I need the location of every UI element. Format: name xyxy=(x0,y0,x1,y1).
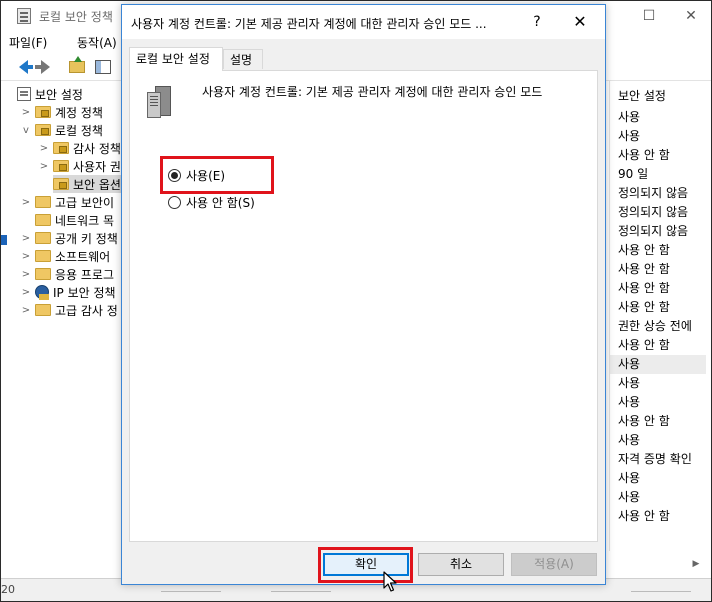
column-cell: 사용 안 함 xyxy=(618,509,670,523)
policy-properties-dialog: 사용자 계정 컨트롤: 기본 제공 관리자 계정에 대한 관리자 승인 모드 .… xyxy=(121,4,606,585)
status-text: 20 xyxy=(1,583,15,596)
folder-icon xyxy=(35,214,51,226)
tree-item-account-policies[interactable]: > 계정 정책 xyxy=(21,103,103,121)
show-hide-tree-icon[interactable] xyxy=(93,57,113,77)
chevron-right-icon[interactable]: > xyxy=(21,287,31,298)
close-icon[interactable]: ✕ xyxy=(679,5,703,27)
policy-icon xyxy=(17,87,31,101)
menu-action[interactable]: 동작(A) xyxy=(77,34,117,51)
dialog-titlebar: 사용자 계정 컨트롤: 기본 제공 관리자 계정에 대한 관리자 승인 모드 .… xyxy=(122,5,605,39)
folder-icon xyxy=(35,250,51,262)
forward-icon[interactable] xyxy=(34,57,55,77)
folder-lock-icon xyxy=(35,124,51,136)
policy-name: 사용자 계정 컨트롤: 기본 제공 관리자 계정에 대한 관리자 승인 모드 xyxy=(202,85,543,99)
column-cell: 90 일 xyxy=(618,167,649,181)
tree-item-advanced-firewall[interactable]: > 고급 보안이 xyxy=(21,193,114,211)
tree-item-audit-policy[interactable]: > 감사 정책 xyxy=(39,139,121,157)
column-cell: 사용 안 함 xyxy=(618,243,670,257)
column-cell: 사용 xyxy=(618,490,641,504)
tree-item-advanced-audit[interactable]: > 고급 감사 정 xyxy=(21,301,118,319)
tree-item-user-rights[interactable]: > 사용자 권 xyxy=(39,157,121,175)
up-folder-icon[interactable] xyxy=(67,56,87,77)
chevron-right-icon[interactable]: > xyxy=(39,161,49,172)
tree-item-network-list[interactable]: 네트워크 목 xyxy=(35,211,114,229)
folder-icon xyxy=(35,268,51,280)
folder-lock-icon xyxy=(35,106,51,118)
bg-window-title: 로컬 보안 정책 xyxy=(39,10,113,24)
tab-panel: 사용자 계정 컨트롤: 기본 제공 관리자 계정에 대한 관리자 승인 모드 사… xyxy=(129,70,598,542)
chevron-right-icon[interactable]: > xyxy=(21,251,31,262)
column-cell: 사용 xyxy=(618,110,641,124)
radio-enabled-label[interactable]: 사용(E) xyxy=(186,167,225,184)
radio-button[interactable] xyxy=(168,196,181,209)
folder-lock-icon xyxy=(53,178,69,190)
folder-lock-icon xyxy=(53,142,69,154)
chevron-down-icon[interactable]: v xyxy=(21,125,31,136)
tree-item-ip-security[interactable]: > IP 보안 정책 xyxy=(21,283,116,301)
tree-item-security-options[interactable]: 보안 옵션 xyxy=(53,175,125,193)
column-cell: 사용 xyxy=(618,471,641,485)
help-icon[interactable]: ? xyxy=(525,11,549,33)
back-icon[interactable] xyxy=(13,57,33,77)
console-tree: 보안 설정 > 계정 정책 v 로컬 정책 > 감사 정책 > 사용자 권 보안… xyxy=(1,81,125,581)
chevron-right-icon[interactable]: > xyxy=(21,197,31,208)
radio-disabled[interactable]: 사용 안 함(S) xyxy=(168,194,255,211)
apply-button[interactable]: 적용(A) xyxy=(511,553,597,576)
folder-icon xyxy=(35,304,51,316)
tab-explain[interactable]: 설명 xyxy=(223,49,263,69)
ip-security-icon xyxy=(35,285,49,300)
column-cell: 정의되지 않음 xyxy=(618,224,689,238)
tree-item-software[interactable]: > 소프트웨어 xyxy=(21,247,110,265)
server-policy-icon xyxy=(145,86,175,120)
status-divider xyxy=(271,591,331,592)
radio-button-checked[interactable] xyxy=(168,169,181,182)
column-cell: 사용 xyxy=(618,395,641,409)
mouse-cursor-icon xyxy=(383,571,397,592)
status-divider xyxy=(161,591,221,592)
cancel-button[interactable]: 취소 xyxy=(418,553,504,576)
column-cell: 사용 안 함 xyxy=(618,281,670,295)
column-header-security-setting[interactable]: 보안 설정 xyxy=(618,87,666,104)
column-cell: 사용 xyxy=(618,129,641,143)
menu-file[interactable]: 파일(F) xyxy=(9,34,47,51)
tab-local-security-setting[interactable]: 로컬 보안 설정 xyxy=(129,47,223,71)
close-icon[interactable]: ✕ xyxy=(568,11,592,33)
tree-item-app-control[interactable]: > 응용 프로그 xyxy=(21,265,114,283)
radio-disabled-label[interactable]: 사용 안 함(S) xyxy=(186,194,255,211)
chevron-right-icon[interactable]: > xyxy=(21,107,31,118)
column-cell: 사용 xyxy=(618,433,641,447)
tree-item-public-key[interactable]: > 공개 키 정책 xyxy=(21,229,118,247)
radio-enabled[interactable]: 사용(E) xyxy=(168,167,225,184)
folder-icon xyxy=(35,232,51,244)
maximize-icon[interactable]: ☐ xyxy=(637,5,661,27)
column-cell: 사용 안 함 xyxy=(618,262,670,276)
scroll-right-arrow-icon[interactable]: ▶ xyxy=(687,551,705,577)
column-cell: 사용 안 함 xyxy=(618,414,670,428)
chevron-right-icon[interactable]: > xyxy=(39,143,49,154)
column-cell: 권한 상승 전에 xyxy=(618,319,692,333)
tree-item-security-settings[interactable]: 보안 설정 xyxy=(17,85,83,103)
security-setting-column: 보안 설정 사용 사용 사용 안 함 90 일 정의되지 않음 정의되지 않음 … xyxy=(609,81,711,551)
dialog-title: 사용자 계정 컨트롤: 기본 제공 관리자 계정에 대한 관리자 승인 모드 .… xyxy=(131,17,487,31)
column-cell-selected: 사용 xyxy=(610,355,706,374)
column-cell: 자격 증명 확인 xyxy=(618,452,692,466)
tree-item-local-policies[interactable]: v 로컬 정책 xyxy=(21,121,103,139)
folder-lock-icon xyxy=(53,160,69,172)
app-icon xyxy=(17,8,31,24)
column-cell: 정의되지 않음 xyxy=(618,186,689,200)
folder-icon xyxy=(35,196,51,208)
column-cell: 사용 안 함 xyxy=(618,300,670,314)
chevron-right-icon[interactable]: > xyxy=(21,233,31,244)
column-cell: 사용 안 함 xyxy=(618,338,670,352)
column-cell: 사용 안 함 xyxy=(618,148,670,162)
column-cell: 정의되지 않음 xyxy=(618,205,689,219)
chevron-right-icon[interactable]: > xyxy=(21,305,31,316)
column-cell: 사용 xyxy=(618,376,641,390)
status-divider xyxy=(631,591,691,592)
chevron-right-icon[interactable]: > xyxy=(21,269,31,280)
tree-edge-marker xyxy=(1,235,7,245)
